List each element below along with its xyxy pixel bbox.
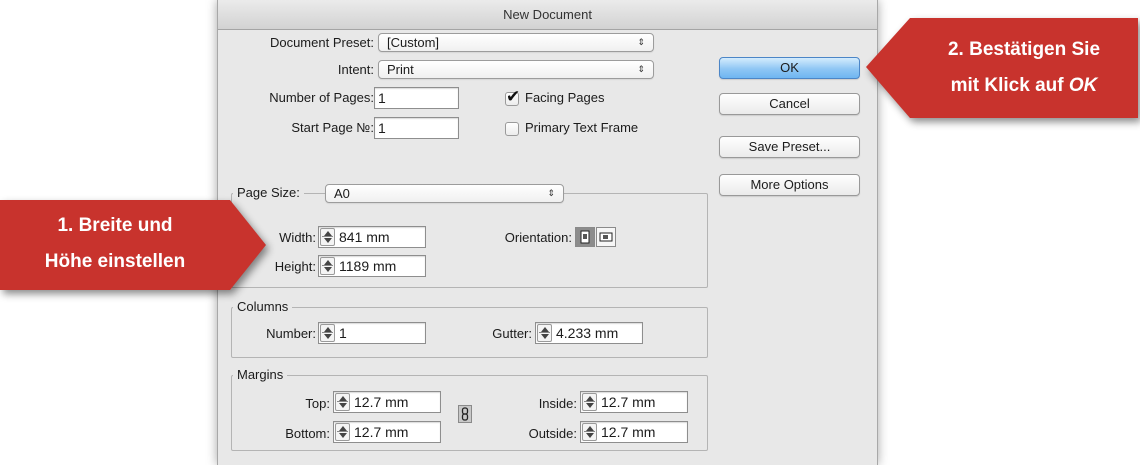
callout-step-1: 1. Breite und Höhe einstellen	[0, 196, 270, 295]
stepper-icon[interactable]	[335, 393, 350, 411]
gutter-value: 4.233 mm	[556, 325, 619, 341]
gutter-label: Gutter:	[492, 326, 532, 341]
columns-number-value: 1	[339, 325, 347, 341]
chain-link-icon[interactable]	[458, 405, 472, 423]
stepper-icon[interactable]	[582, 423, 597, 441]
stepper-icon[interactable]	[320, 228, 335, 246]
callout-step-2: 2. Bestätigen Sie mit Klick auf OK	[866, 0, 1140, 128]
document-preset-label: Document Preset:	[269, 35, 374, 50]
number-of-pages-input[interactable]: 1	[374, 87, 459, 109]
callout-step-2-line2-text: mit Klick auf	[950, 75, 1069, 96]
callout-step-2-line2: mit Klick auf OK	[910, 68, 1138, 104]
stepper-icon[interactable]	[335, 423, 350, 441]
margin-bottom-input[interactable]: 12.7 mm	[333, 421, 441, 443]
new-document-dialog: New Document Document Preset: [Custom] ⇕…	[217, 0, 878, 465]
margin-outside-value: 12.7 mm	[601, 424, 656, 440]
primary-text-frame-checkbox[interactable]	[505, 122, 519, 136]
stepper-icon[interactable]	[320, 324, 335, 342]
callout-step-1-line1: 1. Breite und	[57, 215, 173, 236]
checkmark-icon: ✔	[506, 87, 521, 106]
gutter-input[interactable]: 4.233 mm	[535, 322, 643, 344]
save-preset-button[interactable]: Save Preset...	[719, 136, 860, 158]
callout-step-1-line2: Höhe einstellen	[44, 251, 186, 272]
more-options-button[interactable]: More Options	[719, 174, 860, 196]
facing-pages-label[interactable]: Facing Pages	[525, 90, 605, 105]
margin-bottom-value: 12.7 mm	[354, 424, 409, 440]
intent-label: Intent:	[337, 62, 374, 77]
stepper-icon[interactable]	[537, 324, 552, 342]
dialog-title: New Document	[218, 0, 877, 30]
margin-outside-input[interactable]: 12.7 mm	[580, 421, 688, 443]
columns-number-label: Number:	[266, 326, 316, 341]
popup-arrows-icon: ⇕	[637, 37, 645, 47]
portrait-icon[interactable]	[575, 227, 595, 247]
margins-legend: Margins	[233, 367, 288, 382]
margin-top-label: Top:	[305, 396, 330, 411]
margin-inside-label: Inside:	[538, 396, 577, 411]
height-value: 1189 mm	[339, 258, 397, 274]
start-page-label: Start Page №:	[291, 120, 374, 135]
margin-outside-label: Outside:	[528, 426, 577, 441]
start-page-input[interactable]: 1	[374, 117, 459, 139]
margin-inside-input[interactable]: 12.7 mm	[580, 391, 688, 413]
height-input[interactable]: 1189 mm	[318, 255, 426, 277]
margin-inside-value: 12.7 mm	[601, 394, 656, 410]
stepper-icon[interactable]	[320, 257, 335, 275]
primary-text-frame-label[interactable]: Primary Text Frame	[525, 120, 638, 135]
page-size-select[interactable]: A0 ⇕	[325, 184, 564, 203]
orientation-label: Orientation:	[504, 230, 572, 245]
callout-step-2-emphasis: OK	[1068, 75, 1098, 96]
margin-top-value: 12.7 mm	[354, 394, 409, 410]
margin-bottom-label: Bottom:	[285, 426, 330, 441]
columns-number-input[interactable]: 1	[318, 322, 426, 344]
popup-arrows-icon: ⇕	[547, 188, 555, 198]
cancel-button[interactable]: Cancel	[719, 93, 860, 115]
width-value: 841 mm	[339, 229, 390, 245]
ok-button[interactable]: OK	[719, 57, 860, 79]
intent-value: Print	[387, 62, 414, 77]
columns-legend: Columns	[233, 299, 293, 314]
callout-step-2-line1: 2. Bestätigen Sie	[947, 39, 1101, 60]
intent-select[interactable]: Print ⇕	[378, 60, 654, 79]
facing-pages-checkbox[interactable]: ✔	[505, 87, 520, 106]
landscape-icon[interactable]	[596, 227, 616, 247]
stepper-icon[interactable]	[582, 393, 597, 411]
page-size-value: A0	[334, 186, 350, 201]
number-of-pages-label: Number of Pages:	[269, 90, 374, 105]
margin-top-input[interactable]: 12.7 mm	[333, 391, 441, 413]
document-preset-value: [Custom]	[387, 35, 440, 50]
document-preset-select[interactable]: [Custom] ⇕	[378, 33, 654, 52]
width-input[interactable]: 841 mm	[318, 226, 426, 248]
popup-arrows-icon: ⇕	[637, 64, 645, 74]
